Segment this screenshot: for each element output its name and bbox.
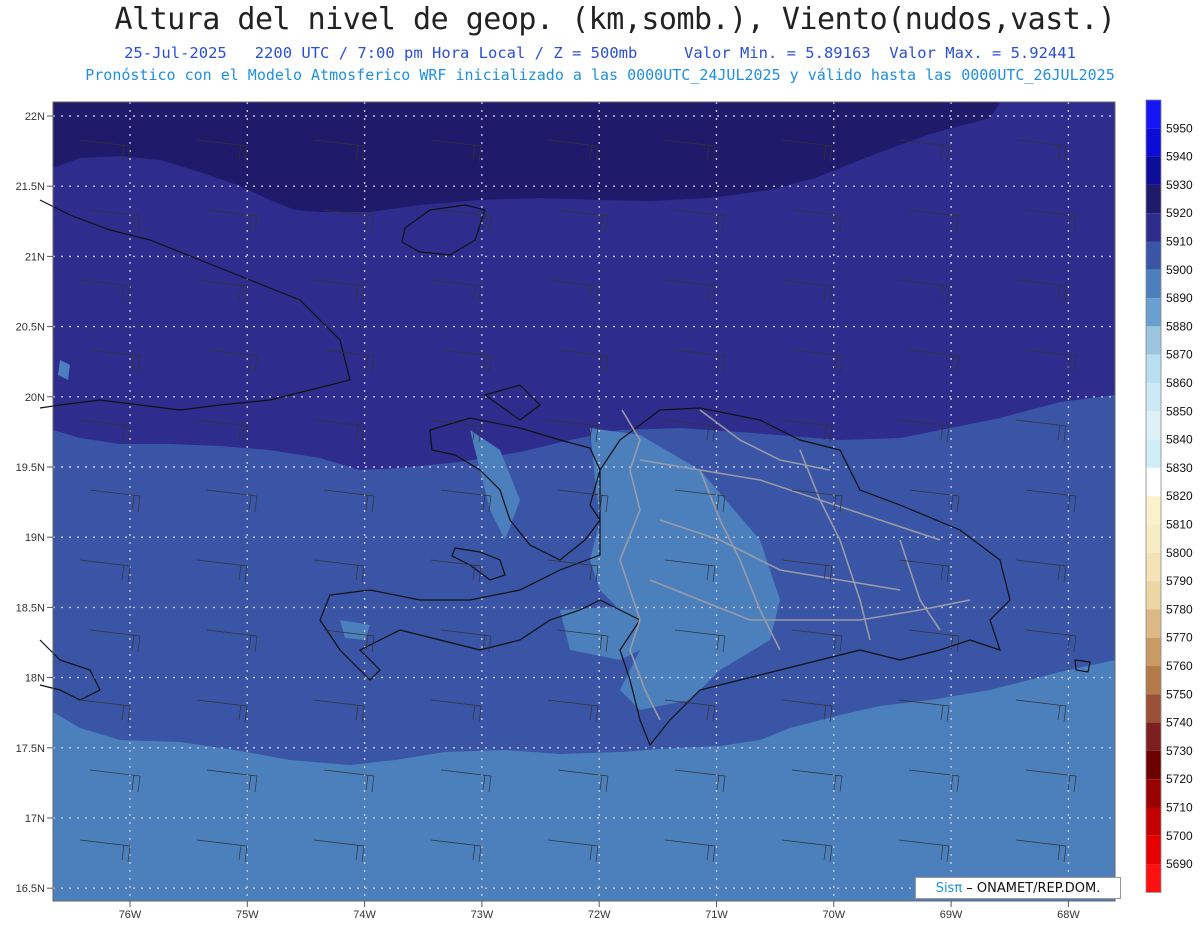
colorbar-label: 5710 [1166, 801, 1193, 815]
lat-label: 18.5N [16, 602, 45, 614]
colorbar-label: 5840 [1166, 433, 1193, 447]
colorbar-label: 5920 [1166, 206, 1193, 220]
lat-label: 17.5N [16, 743, 45, 755]
lat-label: 17N [25, 813, 45, 825]
colorbar-swatch [1146, 581, 1161, 610]
colorbar-label: 5900 [1166, 263, 1193, 277]
colorbar-label: 5810 [1166, 518, 1193, 532]
lat-label: 21.5N [16, 181, 45, 193]
colorbar-label: 5700 [1166, 829, 1193, 843]
colorbar-swatch [1146, 496, 1161, 525]
lon-label: 74W [353, 909, 376, 921]
colorbar-label: 5870 [1166, 348, 1193, 362]
colorbar-swatch [1146, 184, 1161, 214]
colorbar-swatch [1146, 694, 1161, 723]
colorbar-label: 5910 [1166, 235, 1193, 249]
colorbar-label: 5730 [1166, 744, 1193, 758]
lon-label: 69W [940, 909, 963, 921]
colorbar-label: 5720 [1166, 772, 1193, 786]
lon-label: 70W [822, 909, 845, 921]
lat-label: 20.5N [16, 322, 45, 334]
colorbar-swatch [1146, 864, 1161, 893]
lat-label: 19.5N [16, 462, 45, 474]
colorbar-label: 5800 [1166, 546, 1193, 560]
colorbar-label: 5890 [1166, 291, 1193, 305]
lon-label: 76W [119, 909, 142, 921]
colorbar-label: 5940 [1166, 150, 1193, 164]
colorbar-swatch [1146, 637, 1161, 666]
colorbar-label: 5820 [1166, 489, 1193, 503]
colorbar-swatch [1146, 156, 1161, 185]
colorbar-swatch [1146, 779, 1161, 808]
colorbar-swatch [1146, 750, 1161, 780]
colorbar-swatch [1146, 609, 1161, 638]
colorbar-label: 5780 [1166, 602, 1193, 616]
lat-label: 20N [25, 392, 45, 404]
sis-logo: Sisπ [935, 881, 963, 896]
lon-label: 68W [1057, 909, 1080, 921]
colorbar-label: 5850 [1166, 404, 1193, 418]
colorbar-swatch [1146, 807, 1161, 836]
lat-label: 18N [25, 673, 45, 685]
colorbar-swatch [1146, 298, 1161, 327]
lon-label: 75W [236, 909, 259, 921]
colorbar-swatch [1146, 467, 1161, 497]
colorbar-swatch [1146, 354, 1161, 383]
credit-box: Sisπ – ONAMET/REP.DOM. [915, 877, 1121, 899]
credit-org: – ONAMET/REP.DOM. [962, 881, 1101, 896]
colorbar-label: 5790 [1166, 574, 1193, 588]
colorbar-swatch [1146, 552, 1161, 582]
latitude-labels: 22N 21.5N 21N 20.5N 20N 19.5N 19N 18.5N 18N 17.5N… [16, 111, 53, 895]
colorbar-swatch [1146, 722, 1161, 751]
colorbar-swatch [1146, 524, 1161, 553]
colorbar-label: 5880 [1166, 319, 1193, 333]
colorbar-label: 5690 [1166, 857, 1193, 871]
lat-label: 21N [25, 251, 45, 263]
geopotential-map: 22N 21.5N 21N 20.5N 20N 19.5N 19N 18.5N 18N 17.5N… [16, 99, 1193, 921]
colorbar-swatch [1146, 241, 1161, 270]
colorbar-label: 5760 [1166, 659, 1193, 673]
colorbar-swatch [1146, 269, 1161, 299]
lon-label: 73W [471, 909, 494, 921]
lat-label: 19N [25, 532, 45, 544]
colorbar-label: 5740 [1166, 716, 1193, 730]
colorbar-swatch [1146, 411, 1161, 440]
lat-label: 22N [25, 111, 45, 123]
shaded-field [53, 102, 1115, 901]
colorbar-swatch [1146, 439, 1161, 468]
longitude-labels: 76W 75W 74W 73W 72W 71W 70W 69W 68W [119, 901, 1080, 921]
colorbar-swatch [1146, 666, 1161, 695]
lon-label: 72W [588, 909, 611, 921]
colorbar-label: 5860 [1166, 376, 1193, 390]
colorbar-label: 5770 [1166, 631, 1193, 645]
colorbar: 5950 5940 5930 5920 5910 5900 5890 5880 5870 5860… [1145, 99, 1193, 893]
colorbar-label: 5950 [1166, 121, 1193, 135]
colorbar-swatch [1146, 128, 1161, 157]
colorbar-swatch [1146, 383, 1161, 412]
colorbar-swatch [1146, 213, 1161, 242]
colorbar-label: 5930 [1166, 178, 1193, 192]
colorbar-label: 5750 [1166, 687, 1193, 701]
lon-label: 71W [705, 909, 728, 921]
lat-label: 16.5N [16, 883, 45, 895]
colorbar-swatch [1146, 326, 1161, 355]
colorbar-swatch [1146, 835, 1161, 865]
colorbar-swatch [1146, 100, 1161, 129]
colorbar-label: 5830 [1166, 461, 1193, 475]
